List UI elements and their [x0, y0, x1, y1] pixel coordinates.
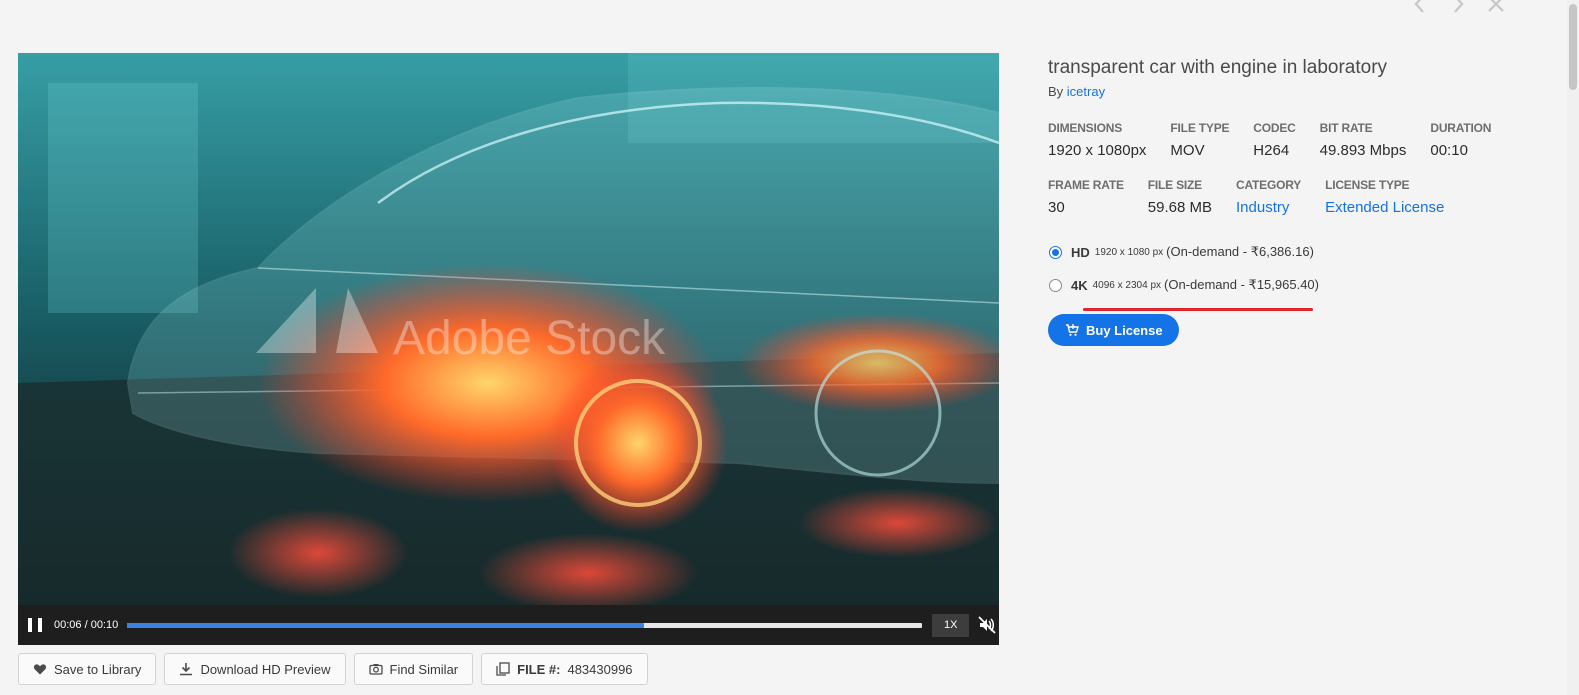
metadata-row-2: FRAME RATE 30 FILE SIZE 59.68 MB CATEGOR…: [1048, 178, 1528, 216]
meta-category: CATEGORY Industry: [1236, 178, 1301, 216]
save-to-library-label: Save to Library: [54, 661, 142, 677]
buy-license-label: Buy License: [1086, 322, 1163, 338]
mute-icon[interactable]: [977, 615, 997, 635]
category-link[interactable]: Industry: [1236, 199, 1301, 216]
download-icon: [180, 663, 193, 676]
meta-bit-rate: BIT RATE 49.893 Mbps: [1320, 121, 1407, 159]
copy-icon: [496, 662, 510, 676]
video-frame[interactable]: Adobe Stock: [18, 53, 999, 605]
meta-codec: CODEC H264: [1253, 121, 1296, 159]
meta-file-type: FILE TYPE MOV: [1170, 121, 1229, 159]
option-price: (On-demand - ₹15,965.40): [1164, 277, 1319, 292]
meta-value: 49.893 Mbps: [1319, 142, 1407, 159]
file-number-label: FILE #:: [517, 661, 561, 677]
meta-dimensions: DIMENSIONS 1920 x 1080px: [1048, 121, 1146, 159]
playback-speed-button[interactable]: 1X: [932, 613, 970, 637]
progress-bar[interactable]: [127, 622, 923, 628]
meta-file-size: FILE SIZE 59.68 MB: [1148, 178, 1212, 216]
meta-value: H264: [1253, 142, 1290, 159]
byline-prefix: By: [1048, 84, 1064, 99]
heart-icon: [33, 664, 47, 675]
save-to-library-button[interactable]: Save to Library: [18, 653, 157, 685]
video-controls: 00:06 / 00:10 1X: [18, 605, 999, 645]
progress-fill: [127, 622, 644, 628]
meta-license-type: LICENSE TYPE Extended License: [1325, 178, 1444, 216]
meta-key: LICENSE TYPE: [1325, 178, 1410, 192]
meta-key: DIMENSIONS: [1048, 121, 1123, 135]
file-number-value: 483430996: [567, 661, 633, 677]
cart-icon: [1066, 324, 1079, 336]
option-4k[interactable]: 4K 4096 x 2304 px (On-demand - ₹15,965.4…: [1048, 275, 1528, 295]
meta-key: CODEC: [1253, 121, 1296, 135]
chevron-right-icon[interactable]: [1448, 0, 1468, 14]
meta-duration: DURATION 00:10: [1430, 121, 1491, 159]
meta-value: 1920 x 1080px: [1048, 142, 1147, 159]
asset-byline: By icetray: [1048, 84, 1528, 99]
4k-radio[interactable]: [1049, 278, 1062, 292]
meta-value: MOV: [1170, 142, 1205, 159]
meta-key: DURATION: [1430, 121, 1492, 135]
highlight-underline: [1083, 308, 1313, 311]
detail-navigation: [1410, 0, 1506, 14]
meta-value: 59.68 MB: [1147, 199, 1212, 216]
asset-details-panel: transparent car with engine in laborator…: [1048, 56, 1528, 346]
download-preview-label: Download HD Preview: [200, 661, 331, 677]
author-link[interactable]: icetray: [1067, 84, 1105, 99]
find-similar-button[interactable]: Find Similar: [353, 653, 474, 685]
option-resolution: HD: [1071, 244, 1090, 260]
meta-key: FILE SIZE: [1147, 178, 1202, 192]
buy-license-button[interactable]: Buy License: [1048, 314, 1179, 346]
meta-key: CATEGORY: [1236, 178, 1302, 192]
meta-key: BIT RATE: [1319, 121, 1373, 135]
license-options: HD 1920 x 1080 px (On-demand - ₹6,386.16…: [1048, 242, 1528, 295]
option-price: (On-demand - ₹6,386.16): [1166, 244, 1314, 259]
chevron-left-icon[interactable]: [1410, 0, 1430, 14]
meta-key: FILE TYPE: [1170, 121, 1230, 135]
meta-value: 00:10: [1430, 142, 1468, 159]
meta-key: FRAME RATE: [1048, 178, 1124, 192]
option-resolution: 4K: [1071, 277, 1088, 293]
camera-icon: [368, 664, 383, 675]
video-player[interactable]: Adobe Stock 00:06 / 00:10 1X: [18, 53, 999, 645]
stock-detail-page: Adobe Stock 00:06 / 00:10 1X Save to Lib…: [0, 0, 1579, 695]
scrollbar-thumb[interactable]: [1569, 4, 1577, 90]
option-pixels: 1920 x 1080 px: [1094, 246, 1164, 258]
option-hd[interactable]: HD 1920 x 1080 px (On-demand - ₹6,386.16…: [1048, 242, 1528, 262]
time-display: 00:06 / 00:10: [54, 619, 119, 631]
option-pixels: 4096 x 2304 px: [1092, 279, 1162, 291]
license-type-link[interactable]: Extended License: [1325, 199, 1444, 216]
close-icon[interactable]: [1486, 0, 1506, 14]
file-number-button[interactable]: FILE #: 483430996: [481, 653, 648, 685]
meta-frame-rate: FRAME RATE 30: [1048, 178, 1124, 216]
action-bar: Save to Library Download HD Preview Find…: [18, 653, 648, 685]
page-scrollbar[interactable]: [1567, 0, 1579, 695]
hd-radio[interactable]: [1049, 245, 1062, 259]
metadata-row-1: DIMENSIONS 1920 x 1080px FILE TYPE MOV C…: [1048, 121, 1528, 159]
find-similar-label: Find Similar: [389, 661, 459, 677]
pause-button[interactable]: [28, 618, 42, 632]
meta-value: 30: [1048, 199, 1065, 216]
asset-title: transparent car with engine in laborator…: [1048, 57, 1388, 78]
download-preview-button[interactable]: Download HD Preview: [164, 653, 346, 685]
watermark-text: Adobe Stock: [393, 312, 666, 365]
